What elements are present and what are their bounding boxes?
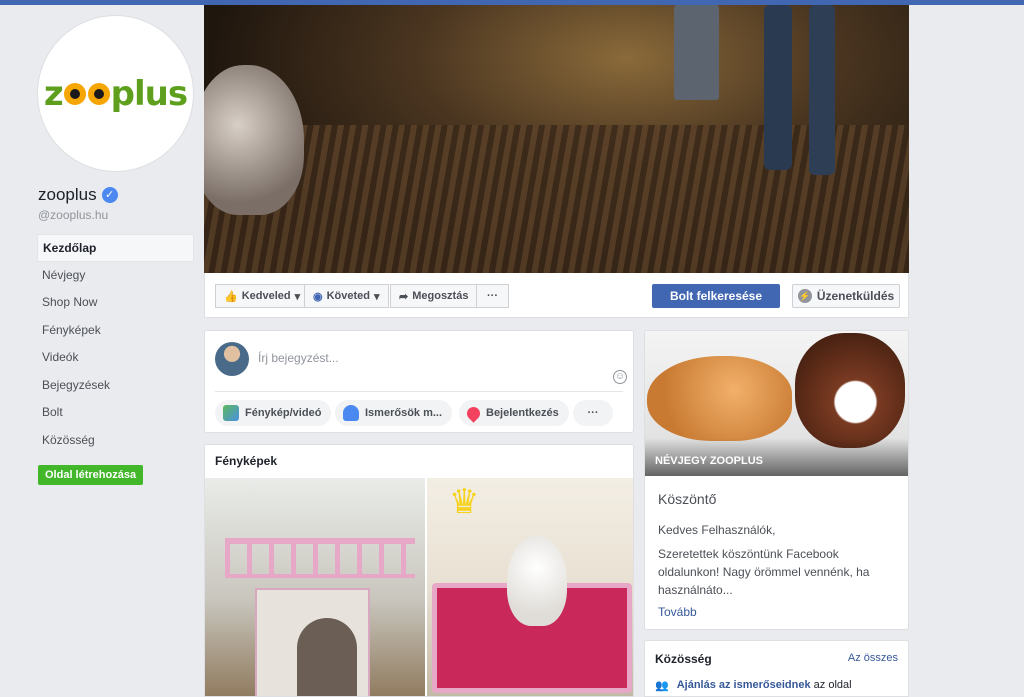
community-invite-row: 👥 Ajánlás az ismerőseidnek az oldal xyxy=(655,679,852,692)
follow-label: Követed xyxy=(326,290,371,302)
photos-title[interactable]: Fényképek xyxy=(215,454,277,468)
tag-friends-label: Ismerősök m... xyxy=(365,407,443,419)
photo-icon xyxy=(223,405,239,421)
people-icon: 👥 xyxy=(655,680,669,692)
send-message-label: Üzenetküldés xyxy=(816,289,895,303)
about-title: Köszöntő xyxy=(658,491,717,507)
user-avatar[interactable] xyxy=(215,342,249,376)
page-profile-picture[interactable]: z plus xyxy=(37,15,194,172)
follow-button[interactable]: ◉ Követed ▾ xyxy=(304,284,389,308)
about-greeting: Kedves Felhasználók, xyxy=(658,523,776,537)
fluffy-dog xyxy=(204,65,304,215)
photos-section: Fényképek ♛ xyxy=(204,444,634,697)
photo-thumbnail[interactable]: ♛ xyxy=(427,478,633,696)
person-leg xyxy=(809,5,835,175)
chevron-down-icon: ▾ xyxy=(294,290,301,303)
page-title[interactable]: zooplus ✓ xyxy=(38,185,118,205)
invite-row-text: az oldal xyxy=(813,679,852,691)
checkin-button[interactable]: Bejelentkezés xyxy=(459,400,569,426)
nav-item-posts[interactable]: Bejegyzések xyxy=(37,372,194,400)
nav-item-photos[interactable]: Fényképek xyxy=(37,317,194,345)
community-card: Közösség Az összes 👥 Ajánlás az ismerőse… xyxy=(644,640,909,697)
about-label: NÉVJEGY ZOOPLUS xyxy=(655,455,763,467)
thumbs-up-icon: 👍 xyxy=(224,290,238,303)
page-handle[interactable]: @zooplus.hu xyxy=(38,208,108,222)
pet-house-door xyxy=(297,618,357,696)
nav-item-home[interactable]: Kezdőlap xyxy=(37,234,194,262)
divider xyxy=(215,391,623,392)
verified-badge-icon: ✓ xyxy=(101,187,118,203)
about-body: Köszöntő Kedves Felhasználók, Szeretette… xyxy=(658,491,898,619)
like-label: Kedveled xyxy=(241,290,291,302)
nav-item-shop[interactable]: Bolt xyxy=(37,399,194,427)
nav-item-about[interactable]: Névjegy xyxy=(37,262,194,290)
emoji-icon[interactable]: ☺ xyxy=(613,370,627,384)
community-see-all-link[interactable]: Az összes xyxy=(848,652,898,664)
post-composer: Írj bejegyzést... ☺ Fénykép/videó Ismerő… xyxy=(204,330,634,433)
share-button[interactable]: ➦ Megosztás xyxy=(390,284,478,308)
invite-friends-link[interactable]: Ajánlás az ismerőseidnek xyxy=(677,679,811,691)
share-arrow-icon: ➦ xyxy=(399,290,409,303)
chevron-down-icon: ▾ xyxy=(374,290,380,303)
border-collie xyxy=(795,333,905,448)
create-page-button[interactable]: Oldal létrehozása xyxy=(38,465,144,485)
post-input[interactable]: Írj bejegyzést... xyxy=(258,351,339,365)
send-message-button[interactable]: ⚡ Üzenetküldés xyxy=(792,284,900,308)
composer-more-button[interactable]: ··· xyxy=(573,400,613,426)
page-name-text: zooplus xyxy=(38,185,97,204)
nav-item-videos[interactable]: Videók xyxy=(37,344,194,372)
cobblestone-street xyxy=(204,125,909,273)
visit-shop-button[interactable]: Bolt felkeresése xyxy=(652,284,780,308)
photo-video-label: Fénykép/videó xyxy=(245,407,322,419)
location-pin-icon xyxy=(464,403,483,423)
page-navigation: Kezdőlap Névjegy Shop Now Fényképek Vide… xyxy=(37,234,194,454)
photo-video-button[interactable]: Fénykép/videó xyxy=(215,400,332,426)
nav-item-community[interactable]: Közösség xyxy=(37,427,194,455)
community-title: Közösség xyxy=(655,652,712,666)
shopping-bag xyxy=(674,5,719,100)
tag-friends-button[interactable]: Ismerősök m... xyxy=(335,400,453,426)
zooplus-logo: z plus xyxy=(43,73,188,114)
about-more-link[interactable]: Tovább xyxy=(658,605,898,619)
crown-icon: ♛ xyxy=(449,483,480,521)
messenger-icon: ⚡ xyxy=(797,289,812,303)
about-text: Szeretettek köszöntünk Facebook oldalunk… xyxy=(658,547,870,597)
pink-railing xyxy=(225,538,415,578)
about-card: NÉVJEGY ZOOPLUS Köszöntő Kedves Felhaszn… xyxy=(644,330,909,630)
tag-person-icon xyxy=(343,405,359,421)
nav-item-shop-now[interactable]: Shop Now xyxy=(37,289,194,317)
like-button[interactable]: 👍 Kedveled ▾ xyxy=(215,284,310,308)
rss-icon: ◉ xyxy=(313,290,323,303)
page-action-bar: 👍 Kedveled ▾ ◉ Követed ▾ ➦ Megosztás ···… xyxy=(204,273,909,318)
checkin-label: Bejelentkezés xyxy=(486,407,559,419)
orange-cat xyxy=(647,356,792,441)
cover-photo[interactable] xyxy=(204,5,909,273)
white-kitten xyxy=(507,536,567,626)
photo-thumbnail[interactable] xyxy=(205,478,425,696)
share-label: Megosztás xyxy=(412,290,469,302)
more-options-button[interactable]: ··· xyxy=(476,284,509,308)
person-leg xyxy=(764,5,792,170)
